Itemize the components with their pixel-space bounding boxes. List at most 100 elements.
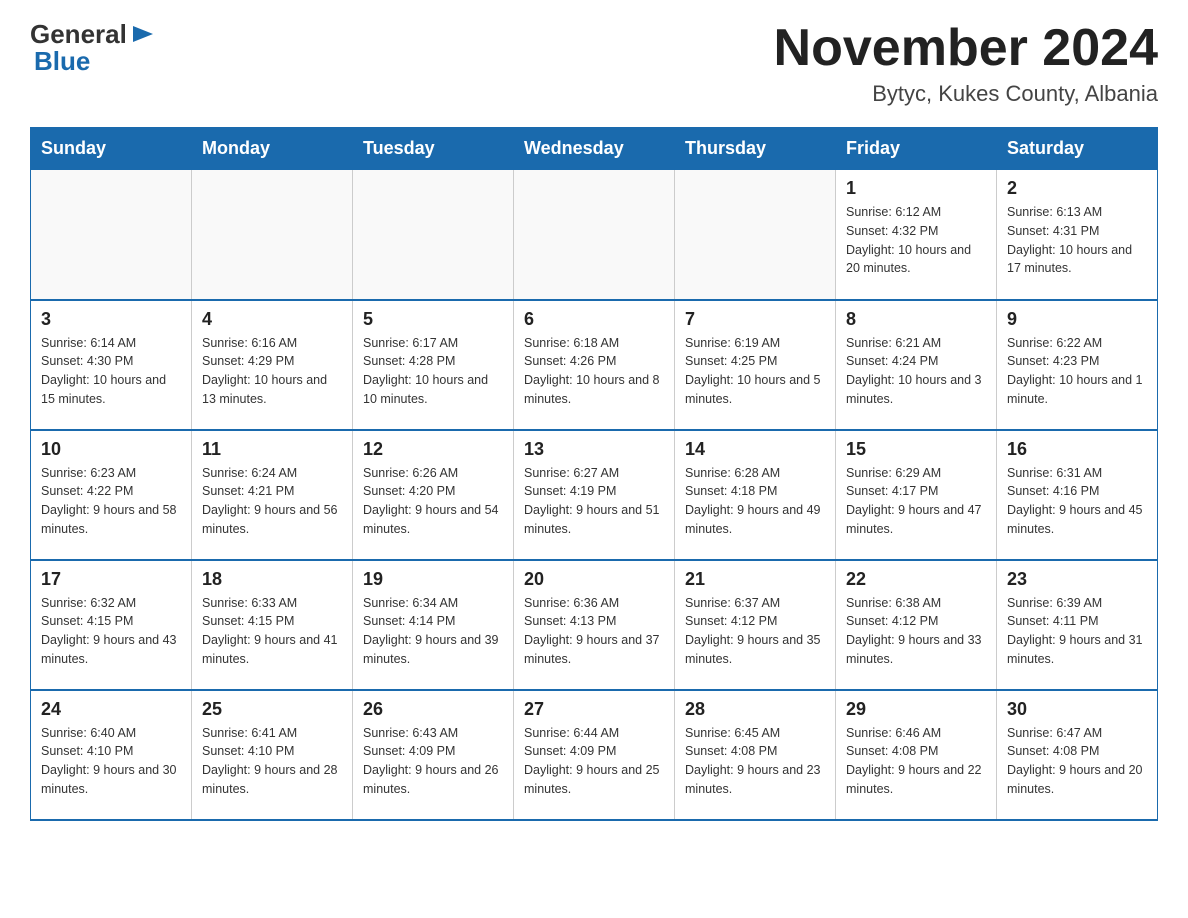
calendar-cell: 17 Sunrise: 6:32 AM Sunset: 4:15 PM Dayli… [31, 560, 192, 690]
day-number: 1 [846, 178, 986, 199]
calendar-cell: 29Sunrise: 6:46 AM Sunset: 4:08 PM Dayli… [836, 690, 997, 820]
day-info: Sunrise: 6:43 AM Sunset: 4:09 PM Dayligh… [363, 724, 503, 799]
day-number: 4 [202, 309, 342, 330]
day-number: 15 [846, 439, 986, 460]
day-number: 3 [41, 309, 181, 330]
day-info: Sunrise: 6:23 AM Sunset: 4:22 PM Dayligh… [41, 464, 181, 539]
column-header-saturday: Saturday [997, 128, 1158, 170]
calendar-week-row: 10 Sunrise: 6:23 AM Sunset: 4:22 PM Dayli… [31, 430, 1158, 560]
logo-blue: Blue [34, 46, 90, 76]
day-number: 20 [524, 569, 664, 590]
calendar-cell: 30 Sunrise: 6:47 AM Sunset: 4:08 PM Dayli… [997, 690, 1158, 820]
day-number: 10 [41, 439, 181, 460]
calendar-cell: 23Sunrise: 6:39 AM Sunset: 4:11 PM Dayli… [997, 560, 1158, 690]
calendar-cell: 4 Sunrise: 6:16 AM Sunset: 4:29 PM Daylig… [192, 300, 353, 430]
calendar-cell: 3 Sunrise: 6:14 AM Sunset: 4:30 PM Daylig… [31, 300, 192, 430]
day-number: 8 [846, 309, 986, 330]
day-info: Sunrise: 6:26 AM Sunset: 4:20 PM Dayligh… [363, 464, 503, 539]
day-info: Sunrise: 6:21 AM Sunset: 4:24 PM Dayligh… [846, 334, 986, 409]
day-info: Sunrise: 6:13 AM Sunset: 4:31 PM Dayligh… [1007, 203, 1147, 278]
day-number: 14 [685, 439, 825, 460]
day-info: Sunrise: 6:45 AM Sunset: 4:08 PM Dayligh… [685, 724, 825, 799]
calendar-cell: 18 Sunrise: 6:33 AM Sunset: 4:15 PM Dayli… [192, 560, 353, 690]
column-header-tuesday: Tuesday [353, 128, 514, 170]
day-info: Sunrise: 6:37 AM Sunset: 4:12 PM Dayligh… [685, 594, 825, 669]
title-block: November 2024 Bytyc, Kukes County, Alban… [774, 20, 1158, 107]
calendar-cell: 27 Sunrise: 6:44 AM Sunset: 4:09 PM Dayli… [514, 690, 675, 820]
day-info: Sunrise: 6:34 AM Sunset: 4:14 PM Dayligh… [363, 594, 503, 669]
day-number: 5 [363, 309, 503, 330]
day-info: Sunrise: 6:14 AM Sunset: 4:30 PM Dayligh… [41, 334, 181, 409]
location-title: Bytyc, Kukes County, Albania [774, 81, 1158, 107]
logo-general: General [30, 21, 127, 47]
day-info: Sunrise: 6:22 AM Sunset: 4:23 PM Dayligh… [1007, 334, 1147, 409]
day-number: 12 [363, 439, 503, 460]
day-number: 16 [1007, 439, 1147, 460]
calendar-cell: 9 Sunrise: 6:22 AM Sunset: 4:23 PM Daylig… [997, 300, 1158, 430]
column-header-sunday: Sunday [31, 128, 192, 170]
calendar-cell: 2 Sunrise: 6:13 AM Sunset: 4:31 PM Daylig… [997, 170, 1158, 300]
calendar-cell: 7Sunrise: 6:19 AM Sunset: 4:25 PM Daylig… [675, 300, 836, 430]
calendar-cell: 14 Sunrise: 6:28 AM Sunset: 4:18 PM Dayli… [675, 430, 836, 560]
calendar-cell [31, 170, 192, 300]
calendar-table: SundayMondayTuesdayWednesdayThursdayFrid… [30, 127, 1158, 821]
calendar-cell: 16Sunrise: 6:31 AM Sunset: 4:16 PM Dayli… [997, 430, 1158, 560]
calendar-cell [675, 170, 836, 300]
day-info: Sunrise: 6:36 AM Sunset: 4:13 PM Dayligh… [524, 594, 664, 669]
day-number: 17 [41, 569, 181, 590]
day-number: 28 [685, 699, 825, 720]
column-header-wednesday: Wednesday [514, 128, 675, 170]
day-info: Sunrise: 6:47 AM Sunset: 4:08 PM Dayligh… [1007, 724, 1147, 799]
calendar-cell: 13Sunrise: 6:27 AM Sunset: 4:19 PM Dayli… [514, 430, 675, 560]
calendar-cell: 20 Sunrise: 6:36 AM Sunset: 4:13 PM Dayli… [514, 560, 675, 690]
day-info: Sunrise: 6:16 AM Sunset: 4:29 PM Dayligh… [202, 334, 342, 409]
calendar-cell: 8 Sunrise: 6:21 AM Sunset: 4:24 PM Daylig… [836, 300, 997, 430]
day-info: Sunrise: 6:32 AM Sunset: 4:15 PM Dayligh… [41, 594, 181, 669]
day-number: 18 [202, 569, 342, 590]
day-info: Sunrise: 6:33 AM Sunset: 4:15 PM Dayligh… [202, 594, 342, 669]
logo: General Blue [30, 20, 157, 74]
day-info: Sunrise: 6:12 AM Sunset: 4:32 PM Dayligh… [846, 203, 986, 278]
column-header-friday: Friday [836, 128, 997, 170]
day-info: Sunrise: 6:40 AM Sunset: 4:10 PM Dayligh… [41, 724, 181, 799]
day-info: Sunrise: 6:39 AM Sunset: 4:11 PM Dayligh… [1007, 594, 1147, 669]
calendar-week-row: 3 Sunrise: 6:14 AM Sunset: 4:30 PM Daylig… [31, 300, 1158, 430]
calendar-cell: 19 Sunrise: 6:34 AM Sunset: 4:14 PM Dayli… [353, 560, 514, 690]
day-number: 30 [1007, 699, 1147, 720]
day-number: 27 [524, 699, 664, 720]
day-number: 25 [202, 699, 342, 720]
day-number: 26 [363, 699, 503, 720]
column-header-monday: Monday [192, 128, 353, 170]
calendar-cell: 24 Sunrise: 6:40 AM Sunset: 4:10 PM Dayli… [31, 690, 192, 820]
day-info: Sunrise: 6:44 AM Sunset: 4:09 PM Dayligh… [524, 724, 664, 799]
calendar-cell: 22Sunrise: 6:38 AM Sunset: 4:12 PM Dayli… [836, 560, 997, 690]
day-info: Sunrise: 6:17 AM Sunset: 4:28 PM Dayligh… [363, 334, 503, 409]
day-number: 11 [202, 439, 342, 460]
day-number: 7 [685, 309, 825, 330]
calendar-cell: 15 Sunrise: 6:29 AM Sunset: 4:17 PM Dayli… [836, 430, 997, 560]
day-number: 2 [1007, 178, 1147, 199]
calendar-week-row: 1 Sunrise: 6:12 AM Sunset: 4:32 PM Daylig… [31, 170, 1158, 300]
day-info: Sunrise: 6:28 AM Sunset: 4:18 PM Dayligh… [685, 464, 825, 539]
calendar-cell: 5 Sunrise: 6:17 AM Sunset: 4:28 PM Daylig… [353, 300, 514, 430]
day-info: Sunrise: 6:29 AM Sunset: 4:17 PM Dayligh… [846, 464, 986, 539]
calendar-week-row: 24 Sunrise: 6:40 AM Sunset: 4:10 PM Dayli… [31, 690, 1158, 820]
calendar-week-row: 17 Sunrise: 6:32 AM Sunset: 4:15 PM Dayli… [31, 560, 1158, 690]
calendar-cell: 26 Sunrise: 6:43 AM Sunset: 4:09 PM Dayli… [353, 690, 514, 820]
day-info: Sunrise: 6:24 AM Sunset: 4:21 PM Dayligh… [202, 464, 342, 539]
calendar-cell: 6Sunrise: 6:18 AM Sunset: 4:26 PM Daylig… [514, 300, 675, 430]
day-number: 19 [363, 569, 503, 590]
day-info: Sunrise: 6:38 AM Sunset: 4:12 PM Dayligh… [846, 594, 986, 669]
column-header-thursday: Thursday [675, 128, 836, 170]
day-info: Sunrise: 6:41 AM Sunset: 4:10 PM Dayligh… [202, 724, 342, 799]
calendar-cell: 11 Sunrise: 6:24 AM Sunset: 4:21 PM Dayli… [192, 430, 353, 560]
page-header: General Blue November 2024 Bytyc, Kukes … [30, 20, 1158, 107]
day-number: 9 [1007, 309, 1147, 330]
calendar-cell: 12 Sunrise: 6:26 AM Sunset: 4:20 PM Dayli… [353, 430, 514, 560]
calendar-cell: 21Sunrise: 6:37 AM Sunset: 4:12 PM Dayli… [675, 560, 836, 690]
day-number: 29 [846, 699, 986, 720]
calendar-cell [514, 170, 675, 300]
calendar-header-row: SundayMondayTuesdayWednesdayThursdayFrid… [31, 128, 1158, 170]
day-number: 24 [41, 699, 181, 720]
calendar-cell [192, 170, 353, 300]
